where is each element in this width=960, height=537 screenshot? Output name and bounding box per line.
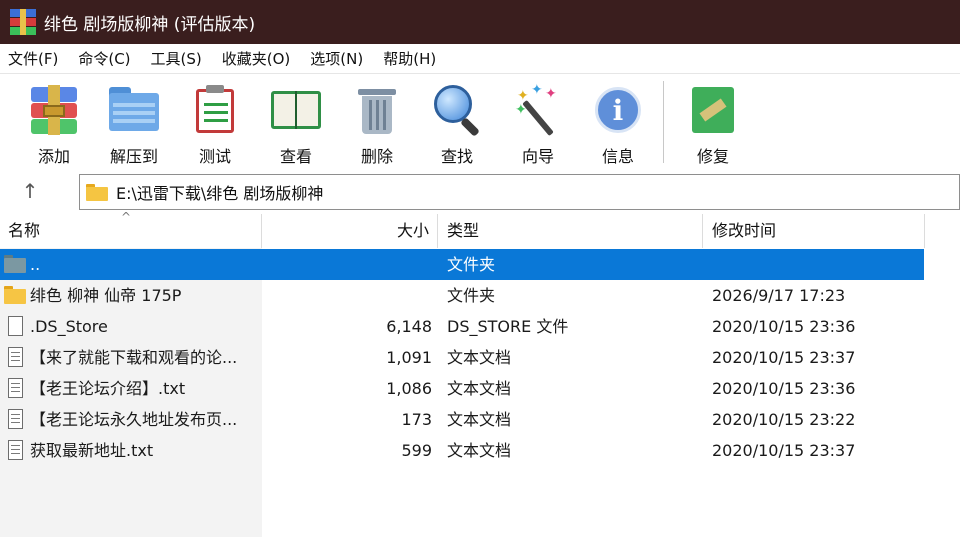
file-name: .DS_Store bbox=[30, 317, 108, 336]
file-modified bbox=[712, 249, 924, 280]
file-size: 1,086 bbox=[386, 379, 432, 398]
sort-ascending-icon: ^ bbox=[121, 210, 132, 224]
text-file-icon bbox=[4, 440, 26, 460]
repair-button[interactable]: 修复 bbox=[675, 79, 751, 167]
menu-tools[interactable]: 工具(S) bbox=[141, 44, 212, 74]
view-book-icon bbox=[269, 83, 323, 137]
test-label: 测试 bbox=[198, 147, 231, 166]
info-icon: i bbox=[591, 83, 645, 137]
test-clipboard-icon bbox=[188, 83, 242, 137]
file-name: 【老王论坛介绍】.txt bbox=[30, 379, 186, 398]
add-button[interactable]: 添加 bbox=[16, 79, 92, 167]
magic-wand-icon: ✦ ✦ ✦ ✦ bbox=[511, 83, 565, 137]
path-field[interactable]: E:\迅雷下载\绯色 剧场版柳神 bbox=[79, 174, 960, 210]
file-row[interactable]: 获取最新地址.txt 599 文本文档 2020/10/15 23:37 bbox=[0, 435, 924, 466]
repair-label: 修复 bbox=[696, 147, 729, 166]
file-modified: 2020/10/15 23:22 bbox=[712, 410, 856, 429]
archive-add-icon bbox=[27, 83, 81, 137]
text-file-icon bbox=[4, 378, 26, 398]
test-button[interactable]: 测试 bbox=[177, 79, 253, 167]
path-text: E:\迅雷下载\绯色 剧场版柳神 bbox=[116, 184, 324, 203]
file-row[interactable]: 【老王论坛永久地址发布页... 173 文本文档 2020/10/15 23:2… bbox=[0, 404, 924, 435]
wizard-label: 向导 bbox=[521, 147, 554, 166]
view-button[interactable]: 查看 bbox=[258, 79, 334, 167]
winrar-app-icon[interactable] bbox=[10, 9, 36, 35]
file-name: 【来了就能下载和观看的论... bbox=[30, 348, 238, 367]
folder-icon bbox=[86, 184, 108, 201]
file-row[interactable]: 【来了就能下载和观看的论... 1,091 文本文档 2020/10/15 23… bbox=[0, 342, 924, 373]
file-row[interactable]: 绯色 柳神 仙帝 175P 文件夹 2026/9/17 17:23 bbox=[0, 280, 924, 311]
magnifier-icon bbox=[430, 83, 484, 137]
file-icon bbox=[4, 316, 26, 336]
file-name: 绯色 柳神 仙帝 175P bbox=[30, 286, 182, 305]
file-modified: 2020/10/15 23:37 bbox=[712, 348, 856, 367]
find-button[interactable]: 查找 bbox=[419, 79, 495, 167]
address-row: ↑ E:\迅雷下载\绯色 剧场版柳神 bbox=[0, 170, 960, 214]
column-header-modified[interactable]: 修改时间 bbox=[703, 214, 925, 248]
file-modified: 2020/10/15 23:36 bbox=[712, 317, 856, 336]
file-type: 文件夹 bbox=[447, 286, 496, 305]
menu-file[interactable]: 文件(F) bbox=[0, 44, 68, 74]
extract-folder-icon bbox=[107, 83, 161, 137]
wizard-button[interactable]: ✦ ✦ ✦ ✦ 向导 bbox=[500, 79, 576, 167]
window-title: 绯色 剧场版柳神 (评估版本) bbox=[44, 14, 256, 35]
menu-bar: 文件(F) 命令(C) 工具(S) 收藏夹(O) 选项(N) 帮助(H) bbox=[0, 44, 960, 74]
find-label: 查找 bbox=[440, 147, 473, 166]
menu-options[interactable]: 选项(N) bbox=[300, 44, 373, 74]
extract-to-button[interactable]: 解压到 bbox=[96, 79, 172, 167]
file-type: 文本文档 bbox=[447, 379, 512, 398]
delete-label: 删除 bbox=[360, 147, 393, 166]
repair-kit-icon bbox=[686, 83, 740, 137]
file-size bbox=[262, 280, 432, 311]
file-size bbox=[262, 249, 432, 280]
file-modified: 2020/10/15 23:37 bbox=[712, 441, 856, 460]
file-modified: 2026/9/17 17:23 bbox=[712, 286, 846, 305]
file-name: .. bbox=[30, 255, 41, 274]
toolbar: 添加 解压到 测试 查看 删除 查找 ✦ ✦ ✦ ✦ 向导 i 信息 修复 bbox=[0, 75, 960, 170]
file-row[interactable]: .. 文件夹 bbox=[0, 249, 924, 280]
folder-icon bbox=[4, 285, 26, 305]
menu-favorites[interactable]: 收藏夹(O) bbox=[212, 44, 301, 74]
trash-icon bbox=[350, 83, 404, 137]
view-label: 查看 bbox=[279, 147, 312, 166]
file-type: 文件夹 bbox=[447, 255, 496, 274]
column-header-size[interactable]: 大小 bbox=[262, 214, 438, 248]
info-label: 信息 bbox=[601, 147, 634, 166]
text-file-icon bbox=[4, 347, 26, 367]
menu-commands[interactable]: 命令(C) bbox=[68, 44, 140, 74]
text-file-icon bbox=[4, 409, 26, 429]
delete-button[interactable]: 删除 bbox=[339, 79, 415, 167]
file-name: 【老王论坛永久地址发布页... bbox=[30, 410, 238, 429]
parent-folder-icon bbox=[4, 254, 26, 274]
file-type: 文本文档 bbox=[447, 410, 512, 429]
column-header-type[interactable]: 类型 bbox=[438, 214, 703, 248]
file-size: 1,091 bbox=[386, 348, 432, 367]
info-button[interactable]: i 信息 bbox=[580, 79, 656, 167]
file-type: DS_STORE 文件 bbox=[447, 317, 569, 336]
file-modified: 2020/10/15 23:36 bbox=[712, 379, 856, 398]
file-size: 173 bbox=[401, 410, 432, 429]
menu-help[interactable]: 帮助(H) bbox=[373, 44, 446, 74]
file-type: 文本文档 bbox=[447, 441, 512, 460]
title-bar: 绯色 剧场版柳神 (评估版本) bbox=[0, 0, 960, 44]
extract-to-label: 解压到 bbox=[109, 147, 158, 166]
up-arrow-icon[interactable]: ↑ bbox=[18, 178, 42, 204]
file-size: 6,148 bbox=[386, 317, 432, 336]
add-label: 添加 bbox=[37, 147, 70, 166]
file-type: 文本文档 bbox=[447, 348, 512, 367]
file-name: 获取最新地址.txt bbox=[30, 441, 154, 460]
file-row[interactable]: .DS_Store 6,148 DS_STORE 文件 2020/10/15 2… bbox=[0, 311, 924, 342]
toolbar-separator bbox=[663, 81, 664, 163]
file-row[interactable]: 【老王论坛介绍】.txt 1,086 文本文档 2020/10/15 23:36 bbox=[0, 373, 924, 404]
file-size: 599 bbox=[401, 441, 432, 460]
